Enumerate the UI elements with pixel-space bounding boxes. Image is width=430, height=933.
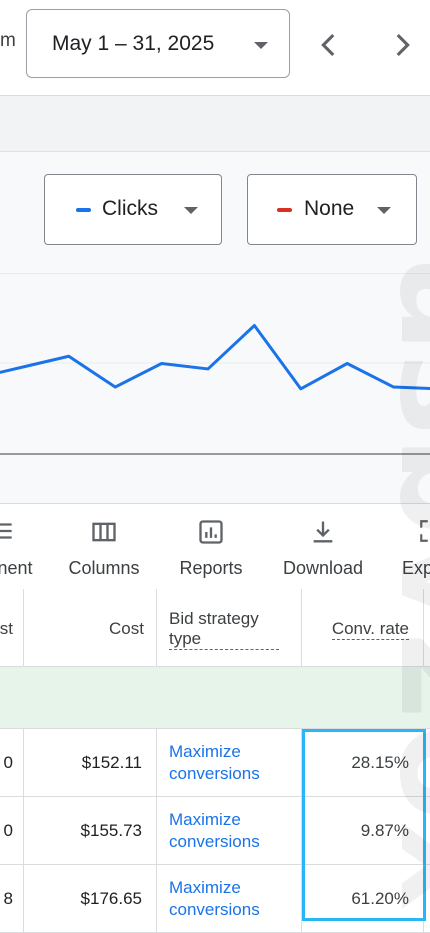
columns-label: Columns <box>62 558 146 579</box>
cost-cell: $176.65 <box>81 889 142 909</box>
table-toolbar: nent Columns Reports Download Exp <box>0 503 430 591</box>
clicks-series-line <box>0 325 430 388</box>
reports-label: Reports <box>170 558 252 579</box>
chevron-right-icon <box>385 28 419 62</box>
table-header-row: st Cost Bid strategy type Conv. rate <box>0 589 430 667</box>
header-bid-strategy-label: Bid strategy type <box>169 609 279 650</box>
columns-icon <box>90 518 118 546</box>
bid-strategy-link-line2[interactable]: conversions <box>169 764 260 784</box>
dropdown-caret-icon <box>184 207 198 214</box>
header-cost-label: Cost <box>109 619 144 639</box>
primary-metric-dropdown[interactable]: Clicks <box>44 174 222 245</box>
date-range-picker[interactable]: May 1 – 31, 2025 <box>26 9 290 78</box>
bid-strategy-link-line2[interactable]: conversions <box>169 900 260 920</box>
header-conv-rate-label: Conv. rate <box>332 619 409 640</box>
header-bid-strategy[interactable]: Bid strategy type <box>157 589 302 667</box>
previous-period-button[interactable] <box>312 28 346 62</box>
bid-strategy-link[interactable]: Maximize <box>169 742 241 762</box>
reports-icon <box>197 518 225 546</box>
table-summary-row <box>0 667 430 729</box>
date-range-text: May 1 – 31, 2025 <box>52 32 214 56</box>
reports-button[interactable]: Reports <box>170 504 252 590</box>
cut-cell: 8 <box>4 889 13 909</box>
line-chart <box>0 273 430 503</box>
performance-chart <box>0 273 430 503</box>
expand-button[interactable]: Exp <box>398 504 430 590</box>
date-prefix-label: m <box>0 30 16 52</box>
header-cut-label: st <box>0 619 13 639</box>
header-cost[interactable]: Cost <box>24 589 157 667</box>
download-button[interactable]: Download <box>276 504 370 590</box>
metric-selector-area: Clicks None <box>0 151 430 274</box>
secondary-metric-dropdown[interactable]: None <box>247 174 417 245</box>
cost-cell: $155.73 <box>81 821 142 841</box>
header-conv-rate[interactable]: Conv. rate <box>302 589 424 667</box>
conv-rate-highlight-box <box>302 729 426 921</box>
filter-band <box>0 95 430 152</box>
header-cut-column[interactable]: st <box>0 589 24 667</box>
date-header: m May 1 – 31, 2025 <box>0 0 430 94</box>
bid-strategy-link[interactable]: Maximize <box>169 810 241 830</box>
next-period-button[interactable] <box>385 28 419 62</box>
chevron-left-icon <box>312 28 346 62</box>
expand-icon <box>418 518 430 544</box>
segment-label: nent <box>0 558 50 579</box>
blue-series-swatch <box>76 208 91 212</box>
bid-strategy-link-line2[interactable]: conversions <box>169 832 260 852</box>
red-series-swatch <box>277 208 292 212</box>
expand-label: Exp <box>402 558 430 579</box>
cut-cell: 0 <box>4 821 13 841</box>
secondary-metric-label: None <box>304 197 354 221</box>
bid-strategy-link[interactable]: Maximize <box>169 878 241 898</box>
dropdown-caret-icon <box>254 42 268 49</box>
cut-cell: 0 <box>4 753 13 773</box>
segment-icon <box>0 518 16 544</box>
dropdown-caret-icon <box>377 207 391 214</box>
download-label: Download <box>276 558 370 579</box>
download-icon <box>309 518 337 546</box>
primary-metric-label: Clicks <box>102 197 158 221</box>
cost-cell: $152.11 <box>82 753 142 773</box>
segment-button[interactable]: nent <box>0 504 50 590</box>
columns-button[interactable]: Columns <box>62 504 146 590</box>
